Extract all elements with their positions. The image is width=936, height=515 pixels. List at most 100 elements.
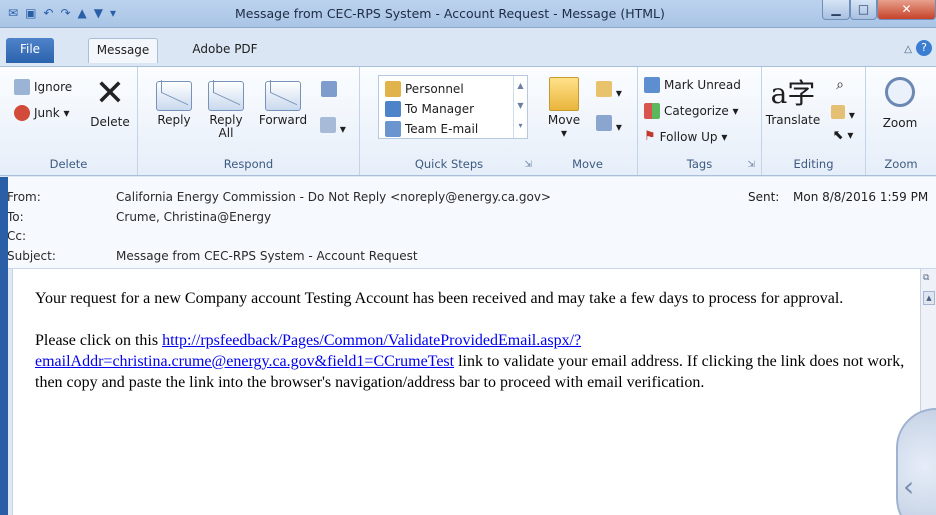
message-header: From: California Energy Commission - Do … [0,177,936,269]
body-paragraph-1: Your request for a new Company account T… [35,290,844,307]
left-edge-strip [0,177,8,515]
translate-icon: a字 [770,77,816,110]
flag-icon: ⚑ [644,129,656,144]
to-label: To: [7,210,24,224]
forward-icon [265,81,301,111]
delete-button[interactable]: ✕ Delete [88,75,132,129]
from-label: From: [7,190,41,204]
more-respond-icon [320,117,337,133]
from-value[interactable]: California Energy Commission - Do Not Re… [116,190,551,204]
zoom-button[interactable]: Zoom [874,77,926,130]
tags-launcher-icon[interactable]: ⇲ [747,160,755,170]
ignore-label: Ignore [34,80,73,94]
mark-unread-label: Mark Unread [664,78,741,92]
quick-access-toolbar: ✉ ▣ ↶ ↷ ▲ ▼ ▾ [8,5,116,21]
move-label: Move [547,113,581,127]
categorize-icon [644,103,660,119]
actions-button[interactable]: ▾ [594,115,624,134]
collapse-ribbon-icon[interactable]: △ [904,44,912,55]
personnel-icon [385,81,401,97]
tab-adobe-pdf[interactable]: Adobe PDF [185,38,265,63]
move-icon [549,77,579,111]
redo-icon[interactable]: ↷ [60,5,70,21]
follow-up-button[interactable]: ⚑ Follow Up ▾ [644,129,727,144]
tags-group: Mark Unread Categorize ▾ ⚑ Follow Up ▾ T… [638,67,762,175]
link-line-1: http://rpsfeedback/Pages/Common/Validate… [162,332,582,349]
translate-button[interactable]: a字 Translate [764,77,822,127]
maximize-button[interactable]: □ [850,0,877,20]
ribbon: Ignore Junk ▾ ✕ Delete Delete Reply Repl… [0,66,936,176]
categorize-button[interactable]: Categorize ▾ [644,103,739,119]
junk-icon [14,105,30,121]
select-button[interactable]: ⬉ ▾ [828,129,858,143]
title-bar: ✉ ▣ ↶ ↷ ▲ ▼ ▾ Message from CEC-RPS Syste… [0,0,936,28]
quick-steps-gallery: Personnel To Manager Team E-mail ▲ ▼ ▾ [378,75,528,139]
to-value[interactable]: Crume, Christina@Energy [116,210,271,224]
quick-steps-scroll[interactable]: ▲ ▼ ▾ [513,76,527,138]
meeting-button[interactable] [316,81,342,100]
cc-label: Cc: [7,229,27,243]
move-group: Move ▾ ▾ ▾ Move [538,67,638,175]
forward-label: Forward [258,113,308,127]
save-icon[interactable]: ▣ [25,5,36,21]
previous-item-icon[interactable]: ▲ [78,5,87,21]
chevron-left-icon[interactable]: ‹ [903,470,914,503]
respond-group-label: Respond [223,157,274,171]
message-body: Your request for a new Company account T… [12,269,920,515]
move-button[interactable]: Move ▾ [544,77,584,140]
quick-steps-launcher-icon[interactable]: ⇲ [524,160,532,170]
zoom-group: Zoom Zoom [866,67,936,175]
zoom-group-label: Zoom [884,157,918,171]
delete-icon: ✕ [94,73,126,114]
next-item-icon[interactable]: ▼ [94,5,103,21]
reply-all-icon [208,81,244,111]
window-title: Message from CEC-RPS System - Account Re… [235,6,665,21]
body-paragraph-2: Please click on this http://rpsfeedback/… [35,330,905,393]
reply-all-label-line2: All [218,126,234,140]
respond-group: Reply Reply All Forward ▾ Respond [138,67,360,175]
rules-button[interactable]: ▾ [594,81,624,100]
message-options-icon[interactable]: ⧉ [923,273,935,287]
find-button[interactable]: ⌕ [828,78,852,92]
tab-file[interactable]: File [6,38,54,63]
subject-value: Message from CEC-RPS System - Account Re… [116,249,418,263]
tags-group-label: Tags [686,157,713,171]
follow-up-label: Follow Up ▾ [659,129,728,144]
quick-step-label: To Manager [405,102,475,116]
forward-button[interactable]: Forward [254,81,312,127]
quick-step-item[interactable]: Team E-mail [385,121,478,137]
mail-icon: ✉ [8,6,19,20]
subject-label: Subject: [7,249,56,263]
actions-icon [596,115,613,131]
reply-button[interactable]: Reply [150,81,198,127]
delete-group: Ignore Junk ▾ ✕ Delete Delete [0,67,138,175]
magnifier-icon [885,77,915,107]
related-button[interactable]: ▾ [828,105,858,122]
ignore-button[interactable]: Ignore [14,79,72,95]
reply-label: Reply [157,113,191,127]
editing-group: a字 Translate ⌕ ▾ ⬉ ▾ Editing [762,67,866,175]
help-icon[interactable]: ? [916,40,932,56]
zoom-label: Zoom [882,116,918,130]
meeting-icon [321,81,337,97]
undo-icon[interactable]: ↶ [43,5,53,21]
junk-label: Junk ▾ [34,106,70,120]
quick-step-item[interactable]: Personnel [385,81,464,97]
customize-icon[interactable]: ▾ [110,5,116,21]
translate-label: Translate [765,113,821,127]
minimize-button[interactable]: ▁ [822,0,850,20]
close-button[interactable]: ✕ [877,0,936,20]
ribbon-tabs: File Message Adobe PDF △ ? [0,28,936,68]
message-content: Your request for a new Company account T… [35,288,905,414]
quick-step-item[interactable]: To Manager [385,101,474,117]
related-icon [831,105,846,119]
more-respond-button[interactable]: ▾ [316,117,350,136]
sent-value: Mon 8/8/2016 1:59 PM [793,190,929,204]
mark-unread-button[interactable]: Mark Unread [644,77,741,93]
team-email-icon [385,121,401,137]
tab-message[interactable]: Message [88,38,158,63]
scroll-up-button[interactable]: ▲ [923,291,935,305]
ignore-icon [14,79,30,95]
reply-all-button[interactable]: Reply All [202,81,250,140]
junk-button[interactable]: Junk ▾ [14,105,70,121]
